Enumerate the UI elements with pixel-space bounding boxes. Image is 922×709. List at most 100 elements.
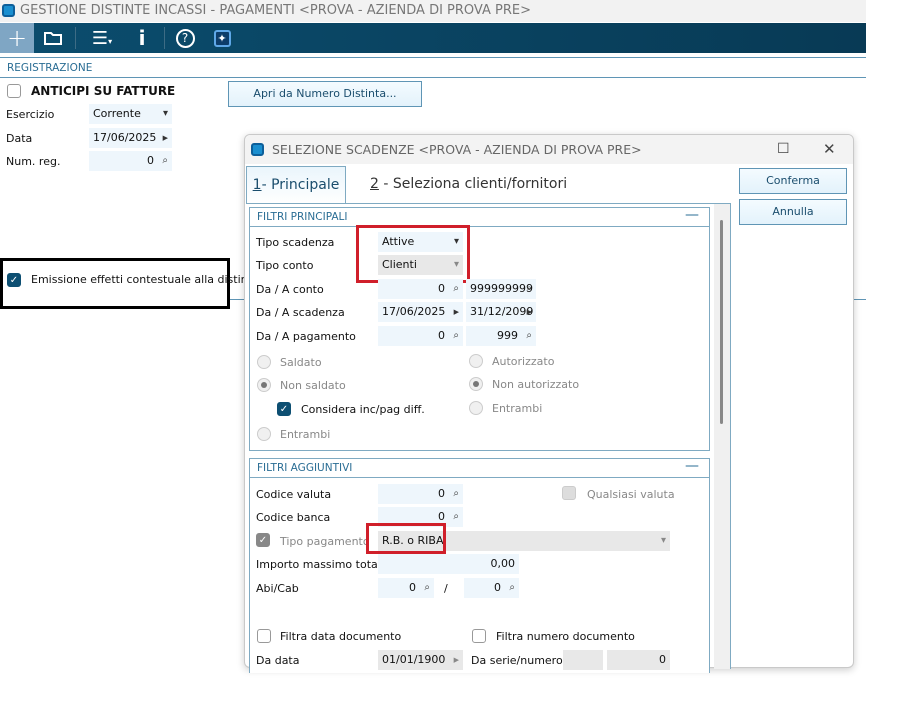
conto-da-field[interactable]: 0 ⌕	[378, 279, 463, 299]
autorizzato-radio[interactable]	[469, 354, 483, 368]
conferma-button[interactable]: Conferma	[739, 168, 847, 194]
anticipi-checkbox[interactable]	[7, 84, 21, 98]
pagamento-a-field[interactable]: 999 ⌕	[466, 326, 536, 346]
main-title-bar: GESTIONE DISTINTE INCASSI - PAGAMENTI <P…	[0, 0, 866, 22]
filtri-aggiuntivi-header: FILTRI AGGIUNTIVI	[250, 459, 709, 478]
main-title: GESTIONE DISTINTE INCASSI - PAGAMENTI <P…	[20, 3, 531, 18]
pagamento-da-field[interactable]: 0 ⌕	[378, 326, 463, 346]
da-numero-field[interactable]: 0	[607, 650, 670, 670]
caret-right-icon: ▶	[453, 656, 459, 664]
filtri-aggiuntivi-group: FILTRI AGGIUNTIVI — Codice valuta 0 ⌕ Qua…	[249, 458, 710, 673]
da-serie-label: Da serie/numero	[471, 654, 563, 667]
abicab-label: Abi/Cab	[256, 582, 299, 595]
emissione-checkbox[interactable]: ✓	[7, 273, 21, 287]
scrollbar-thumb[interactable]	[720, 220, 723, 424]
help-button[interactable]: ?	[168, 23, 202, 53]
autorizzato-label: Autorizzato	[492, 355, 555, 368]
non-saldato-radio[interactable]	[257, 378, 271, 392]
filtra-data-label: Filtra data documento	[280, 630, 402, 643]
scadenza-a-field[interactable]: 31/12/2099 ▶	[466, 302, 536, 322]
data-label: Data	[6, 132, 33, 145]
apri-distinta-button[interactable]: Apri da Numero Distinta...	[228, 81, 422, 107]
entrambi-saldo-label: Entrambi	[280, 428, 331, 441]
considera-checkbox[interactable]: ✓	[277, 402, 291, 416]
qualsiasi-valuta-label: Qualsiasi valuta	[587, 488, 675, 501]
abi-field[interactable]: 0 ⌕	[378, 578, 434, 598]
scadenza-da-field[interactable]: 17/06/2025 ▶	[378, 302, 463, 322]
collapse-button[interactable]: —	[685, 207, 699, 223]
tab-principale[interactable]: 1- Principale	[246, 166, 346, 204]
tipo-pagamento-label: Tipo pagamento	[280, 535, 370, 548]
considera-label: Considera inc/pag diff.	[301, 403, 425, 416]
filtra-numero-checkbox[interactable]	[472, 629, 486, 643]
numreg-field[interactable]: 0 ⌕	[89, 151, 172, 171]
numreg-label: Num. reg.	[6, 155, 61, 168]
conto-a-field[interactable]: 999999999 ⌕	[466, 279, 536, 299]
anticipi-label: ANTICIPI SU FATTURE	[31, 84, 176, 98]
open-button[interactable]	[36, 23, 70, 53]
sparkle-icon: ✦	[213, 29, 231, 47]
conto-label: Da / A conto	[256, 283, 324, 296]
search-icon: ⌕	[424, 582, 430, 593]
plus-icon: +	[6, 24, 28, 52]
da-serie-field[interactable]	[563, 650, 603, 670]
maximize-button[interactable]: ☐	[777, 135, 790, 164]
entrambi-saldo-radio[interactable]	[257, 427, 271, 441]
saldato-radio[interactable]	[257, 355, 271, 369]
menu-button[interactable]: ☰▾	[84, 23, 120, 53]
info-icon: i	[138, 26, 146, 50]
non-autorizzato-label: Non autorizzato	[492, 378, 580, 391]
dropdown-arrow-icon: ▾	[660, 535, 666, 546]
filtra-numero-label: Filtra numero documento	[496, 630, 635, 643]
data-field[interactable]: 17/06/2025 ▶	[89, 128, 172, 148]
search-icon: ⌕	[509, 582, 515, 593]
caret-right-icon: ▶	[526, 308, 532, 316]
info-button[interactable]: i	[125, 23, 159, 53]
entrambi-autorizz-label: Entrambi	[492, 402, 543, 415]
entrambi-autorizz-radio[interactable]	[469, 401, 483, 415]
qualsiasi-valuta-checkbox[interactable]	[562, 486, 576, 500]
esercizio-label: Esercizio	[6, 108, 55, 121]
filtri-principali-group: FILTRI PRINCIPALI — Tipo scadenza Attive…	[249, 207, 710, 451]
section-registrazione: REGISTRAZIONE	[0, 57, 866, 78]
selezione-scadenze-dialog: SELEZIONE SCADENZE <PROVA - AZIENDA DI P…	[244, 134, 854, 673]
importo-field[interactable]: 0,00	[378, 554, 519, 574]
help-icon: ?	[175, 28, 195, 48]
non-saldato-label: Non saldato	[280, 379, 346, 392]
dialog-title: SELEZIONE SCADENZE <PROVA - AZIENDA DI P…	[272, 142, 642, 157]
da-data-field[interactable]: 01/01/1900 ▶	[378, 650, 463, 670]
caret-right-icon: ▶	[162, 134, 168, 142]
search-icon: ⌕	[453, 283, 459, 294]
search-icon: ⌕	[162, 155, 168, 166]
pagamento-label: Da / A pagamento	[256, 330, 356, 343]
caret-right-icon: ▶	[453, 308, 459, 316]
dialog-title-bar: SELEZIONE SCADENZE <PROVA - AZIENDA DI P…	[245, 135, 853, 164]
filtra-data-checkbox[interactable]	[257, 629, 271, 643]
abicab-separator: /	[444, 582, 448, 595]
annulla-button[interactable]: Annulla	[739, 199, 847, 225]
app-logo-icon	[2, 4, 15, 17]
search-icon: ⌕	[453, 488, 459, 499]
tipo-pagamento-checkbox[interactable]: ✓	[256, 533, 270, 547]
valuta-field[interactable]: 0 ⌕	[378, 484, 463, 504]
new-button[interactable]: +	[0, 23, 34, 53]
close-button[interactable]: ✕	[823, 135, 836, 164]
app-logo-icon	[251, 143, 264, 156]
cab-field[interactable]: 0 ⌕	[464, 578, 519, 598]
esercizio-select[interactable]: Corrente ▾	[89, 104, 172, 124]
emissione-label: Emissione effetti contestuale alla disti…	[31, 273, 259, 286]
importo-label: Importo massimo totale	[256, 558, 388, 571]
menu-icon: ☰▾	[91, 27, 113, 49]
saldato-label: Saldato	[280, 356, 322, 369]
tab-seleziona-clienti[interactable]: 2 - Seleziona clienti/fornitori	[360, 166, 567, 204]
toolbar: + ☰▾ i ? ✦	[0, 23, 866, 53]
scadenza-label: Da / A scadenza	[256, 306, 345, 319]
assistant-button[interactable]: ✦	[205, 23, 239, 53]
dropdown-arrow-icon: ▾	[162, 108, 168, 119]
scrollbar[interactable]	[714, 204, 730, 669]
tipo-scadenza-label: Tipo scadenza	[256, 236, 335, 249]
non-autorizzato-radio[interactable]	[469, 377, 483, 391]
search-icon: ⌕	[453, 511, 459, 522]
collapse-button[interactable]: —	[685, 458, 699, 474]
valuta-label: Codice valuta	[256, 488, 332, 501]
